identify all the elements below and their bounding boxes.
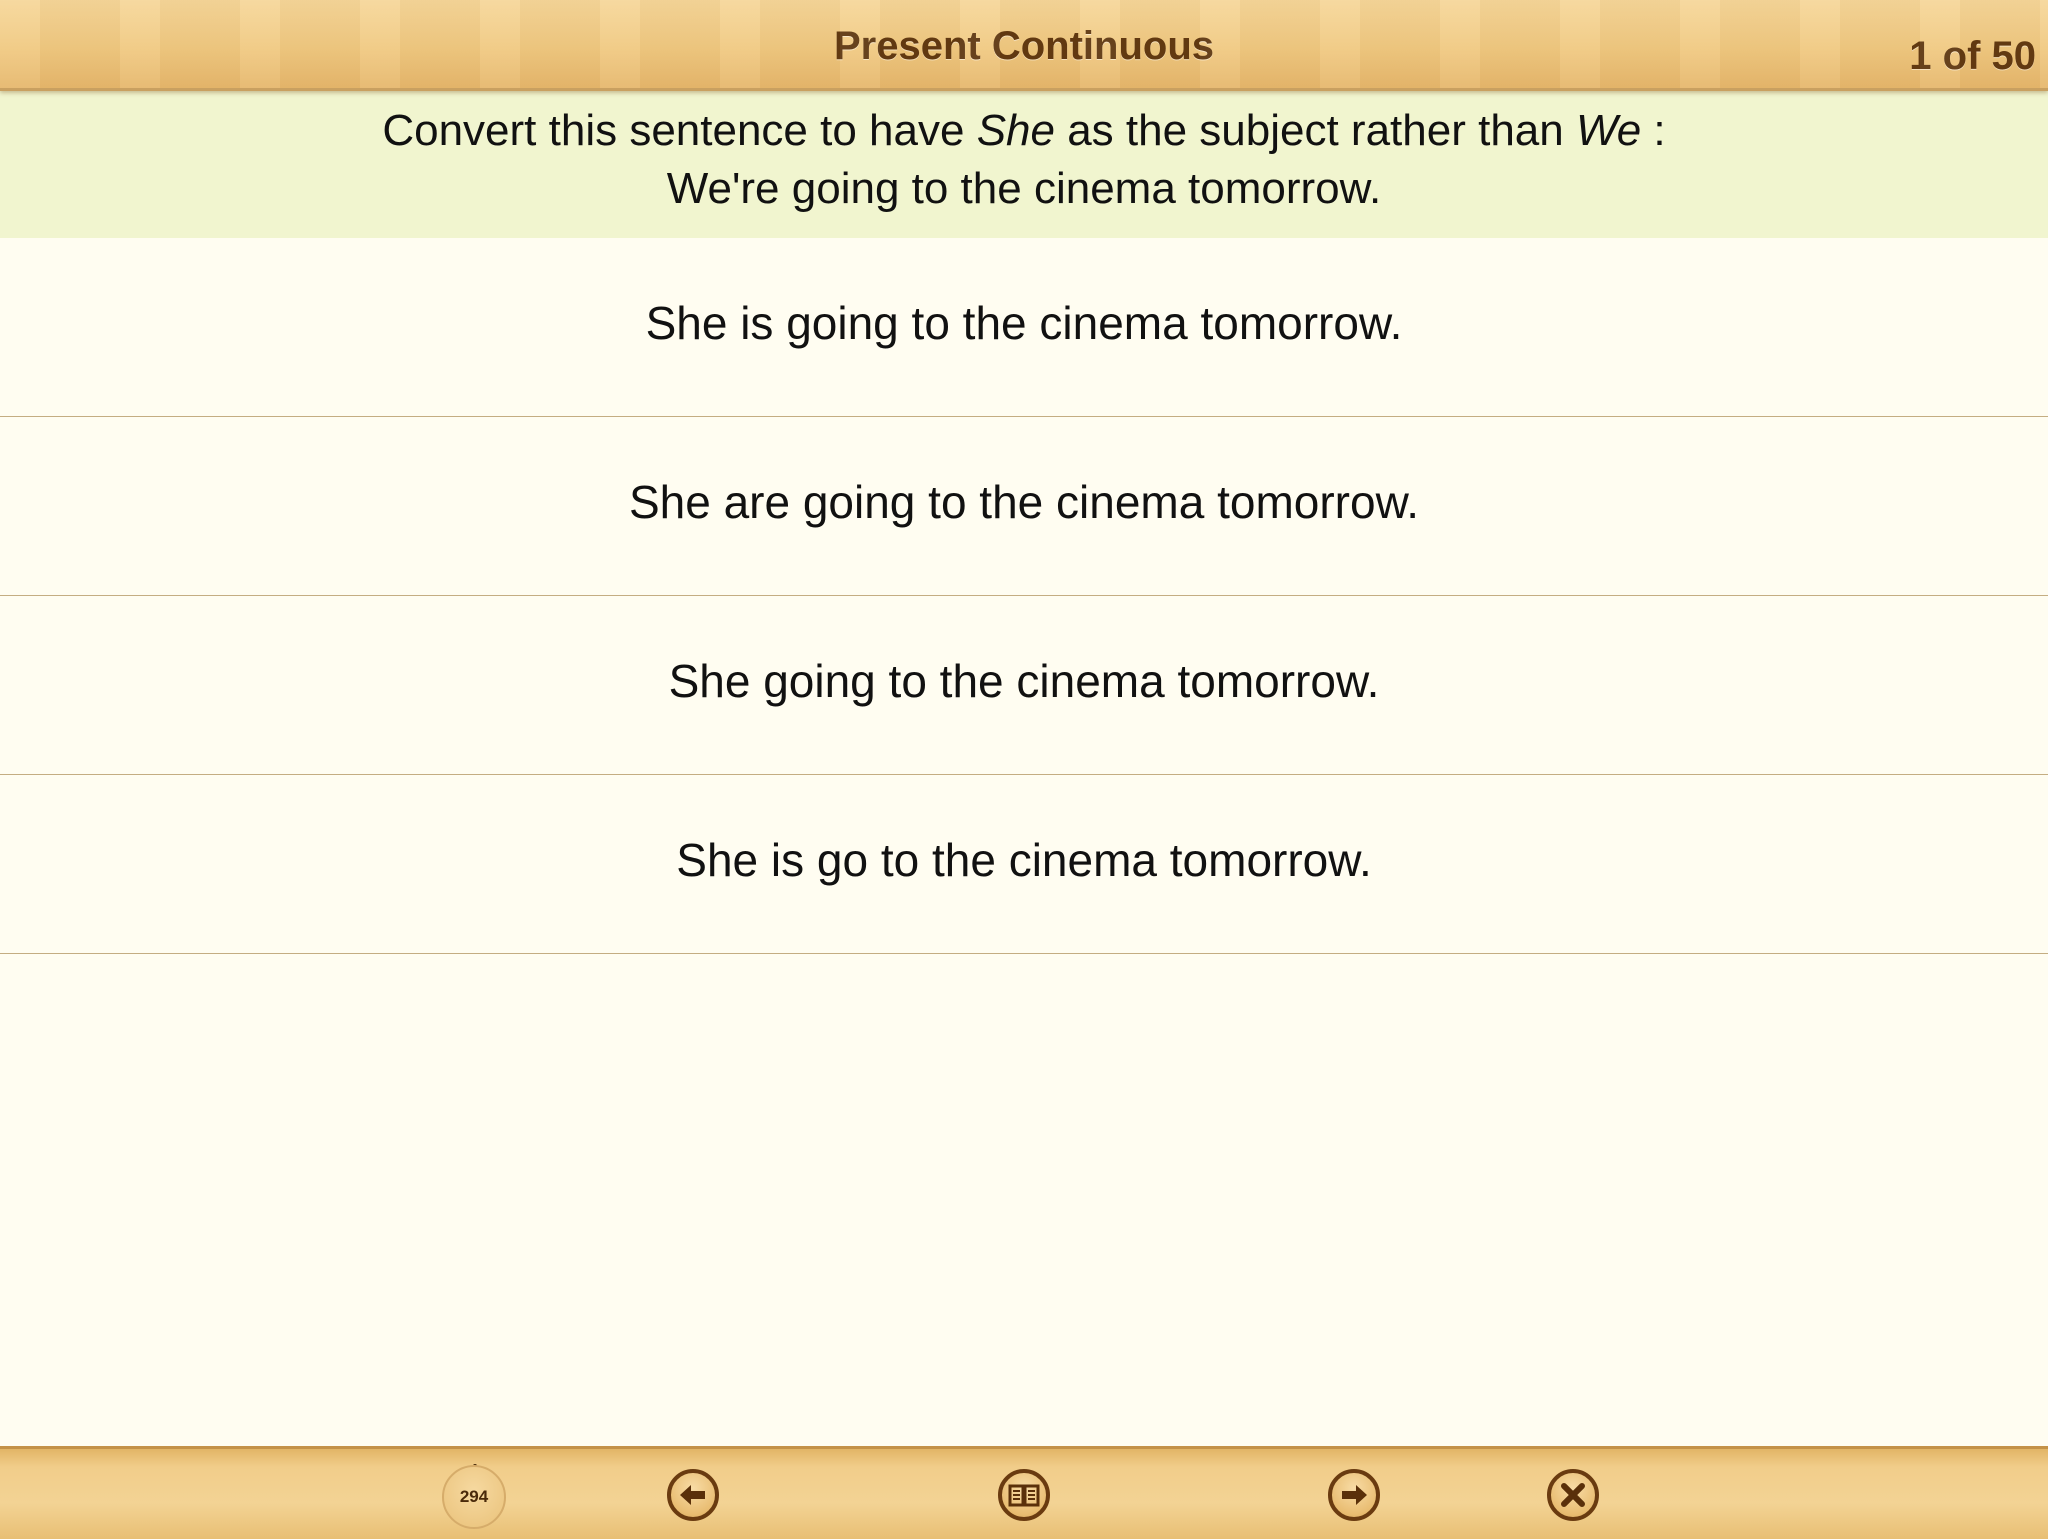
answer-list: She is going to the cinema tomorrow. She…: [0, 238, 2048, 954]
score-counter[interactable]: 294: [442, 1465, 506, 1529]
answer-option-2[interactable]: She are going to the cinema tomorrow.: [0, 417, 2048, 596]
top-bar: Present Continuous 1 of 50: [0, 0, 2048, 91]
answer-option-4[interactable]: She is go to the cinema tomorrow.: [0, 775, 2048, 954]
close-button[interactable]: [1547, 1469, 1599, 1521]
answer-option-3[interactable]: She going to the cinema tomorrow.: [0, 596, 2048, 775]
next-button[interactable]: [1328, 1469, 1380, 1521]
prompt-suffix: :: [1641, 106, 1666, 155]
prompt-sentence: We're going to the cinema tomorrow.: [666, 164, 1382, 213]
page-title: Present Continuous: [833, 24, 1215, 68]
close-icon: [1561, 1483, 1585, 1507]
arrow-left-icon: [680, 1485, 705, 1505]
previous-button[interactable]: [667, 1469, 719, 1521]
question-progress: 1 of 50: [1909, 34, 2036, 78]
arrow-right-icon: [1342, 1485, 1367, 1505]
prompt-instruction: Convert this sentence to have She as the…: [0, 102, 2048, 160]
prompt-middle: as the subject rather than: [1054, 106, 1576, 155]
question-prompt: Convert this sentence to have She as the…: [0, 88, 2048, 238]
bottom-toolbar: 294: [0, 1446, 2048, 1539]
prompt-prefix: Convert this sentence to have: [382, 106, 977, 155]
book-icon: [1008, 1484, 1040, 1507]
prompt-new-subject: She: [976, 106, 1055, 155]
prompt-old-subject: We: [1575, 106, 1642, 155]
answer-option-1[interactable]: She is going to the cinema tomorrow.: [0, 238, 2048, 417]
book-button[interactable]: [998, 1469, 1050, 1521]
